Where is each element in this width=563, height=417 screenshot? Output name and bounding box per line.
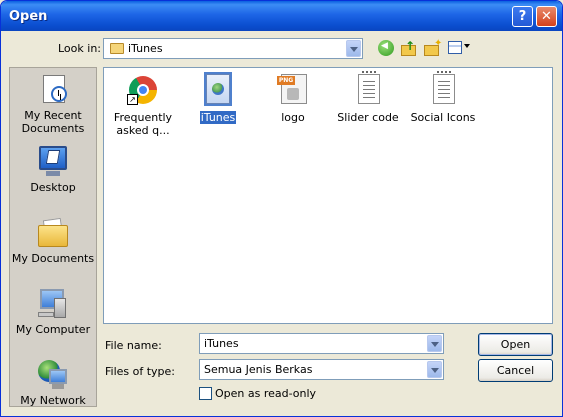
new-folder-icon[interactable]: ✦ <box>424 38 442 56</box>
file-label: Frequently asked q... <box>113 111 173 137</box>
file-name-label: File name: <box>105 339 162 352</box>
network-places-icon <box>37 359 69 391</box>
chevron-down-icon[interactable] <box>346 40 361 57</box>
open-button[interactable]: Open <box>478 333 553 356</box>
file-name-value: iTunes <box>204 337 239 350</box>
help-button[interactable]: ? <box>512 6 533 27</box>
read-only-label[interactable]: Open as read-only <box>215 387 316 400</box>
file-item-social-icons[interactable]: Social Icons <box>406 71 480 124</box>
file-name-input[interactable]: iTunes <box>199 333 444 354</box>
place-label: Desktop <box>30 181 76 194</box>
place-label: My Network Places <box>20 394 86 407</box>
file-label: Social Icons <box>410 111 476 124</box>
look-in-dropdown[interactable]: iTunes <box>103 38 363 59</box>
up-folder-icon[interactable]: ↑ <box>401 39 417 56</box>
place-desktop[interactable]: Desktop <box>10 146 96 194</box>
place-my-network-places[interactable]: My Network Places <box>10 359 96 407</box>
file-label: Slider code <box>337 111 399 124</box>
title-bar[interactable]: Open ? ✕ <box>1 1 562 31</box>
place-my-documents[interactable]: My Documents <box>10 217 96 265</box>
look-in-label: Look in: <box>58 42 101 55</box>
web-link-icon <box>202 72 234 106</box>
read-only-checkbox[interactable] <box>199 387 212 400</box>
file-item-itunes[interactable]: iTunes <box>181 72 255 124</box>
files-of-type-value: Semua Jenis Berkas <box>204 363 313 376</box>
chevron-down-icon[interactable] <box>427 361 442 378</box>
views-menu-icon[interactable] <box>448 40 470 56</box>
place-label: My Computer <box>15 323 91 336</box>
my-documents-icon <box>37 217 69 249</box>
chrome-shortcut-icon: ↗ <box>127 74 159 106</box>
file-item-slider-code[interactable]: Slider code <box>331 71 405 124</box>
places-bar: My Recent Documents Desktop My Documents… <box>9 67 97 407</box>
place-my-recent-documents[interactable]: My Recent Documents <box>10 74 96 135</box>
text-document-icon <box>427 71 459 106</box>
file-item-frequently-asked[interactable]: ↗ Frequently asked q... <box>106 74 180 137</box>
recent-documents-icon <box>37 74 69 106</box>
close-button[interactable]: ✕ <box>536 6 557 27</box>
file-item-logo[interactable]: PNG logo <box>256 74 330 124</box>
look-in-value: iTunes <box>128 42 163 55</box>
file-label: logo <box>281 111 305 124</box>
file-list[interactable]: ↗ Frequently asked q... iTunes PNG logo … <box>103 67 553 324</box>
files-of-type-label: Files of type: <box>105 365 176 378</box>
desktop-icon <box>37 146 69 178</box>
text-document-icon <box>352 71 384 106</box>
files-of-type-dropdown[interactable]: Semua Jenis Berkas <box>199 359 444 380</box>
back-icon[interactable] <box>378 40 394 56</box>
place-label: My Documents <box>11 252 95 265</box>
cancel-button[interactable]: Cancel <box>478 359 553 382</box>
file-label: iTunes <box>199 111 237 124</box>
open-dialog: Open ? ✕ Look in: iTunes ↑ ✦ My Recent D… <box>0 0 563 417</box>
my-computer-icon <box>37 288 69 320</box>
png-image-icon: PNG <box>277 74 309 106</box>
place-label: My Recent Documents <box>21 109 85 135</box>
place-my-computer[interactable]: My Computer <box>10 288 96 336</box>
folder-icon <box>110 43 124 54</box>
chevron-down-icon[interactable] <box>427 335 442 352</box>
dialog-title: Open <box>9 9 48 24</box>
